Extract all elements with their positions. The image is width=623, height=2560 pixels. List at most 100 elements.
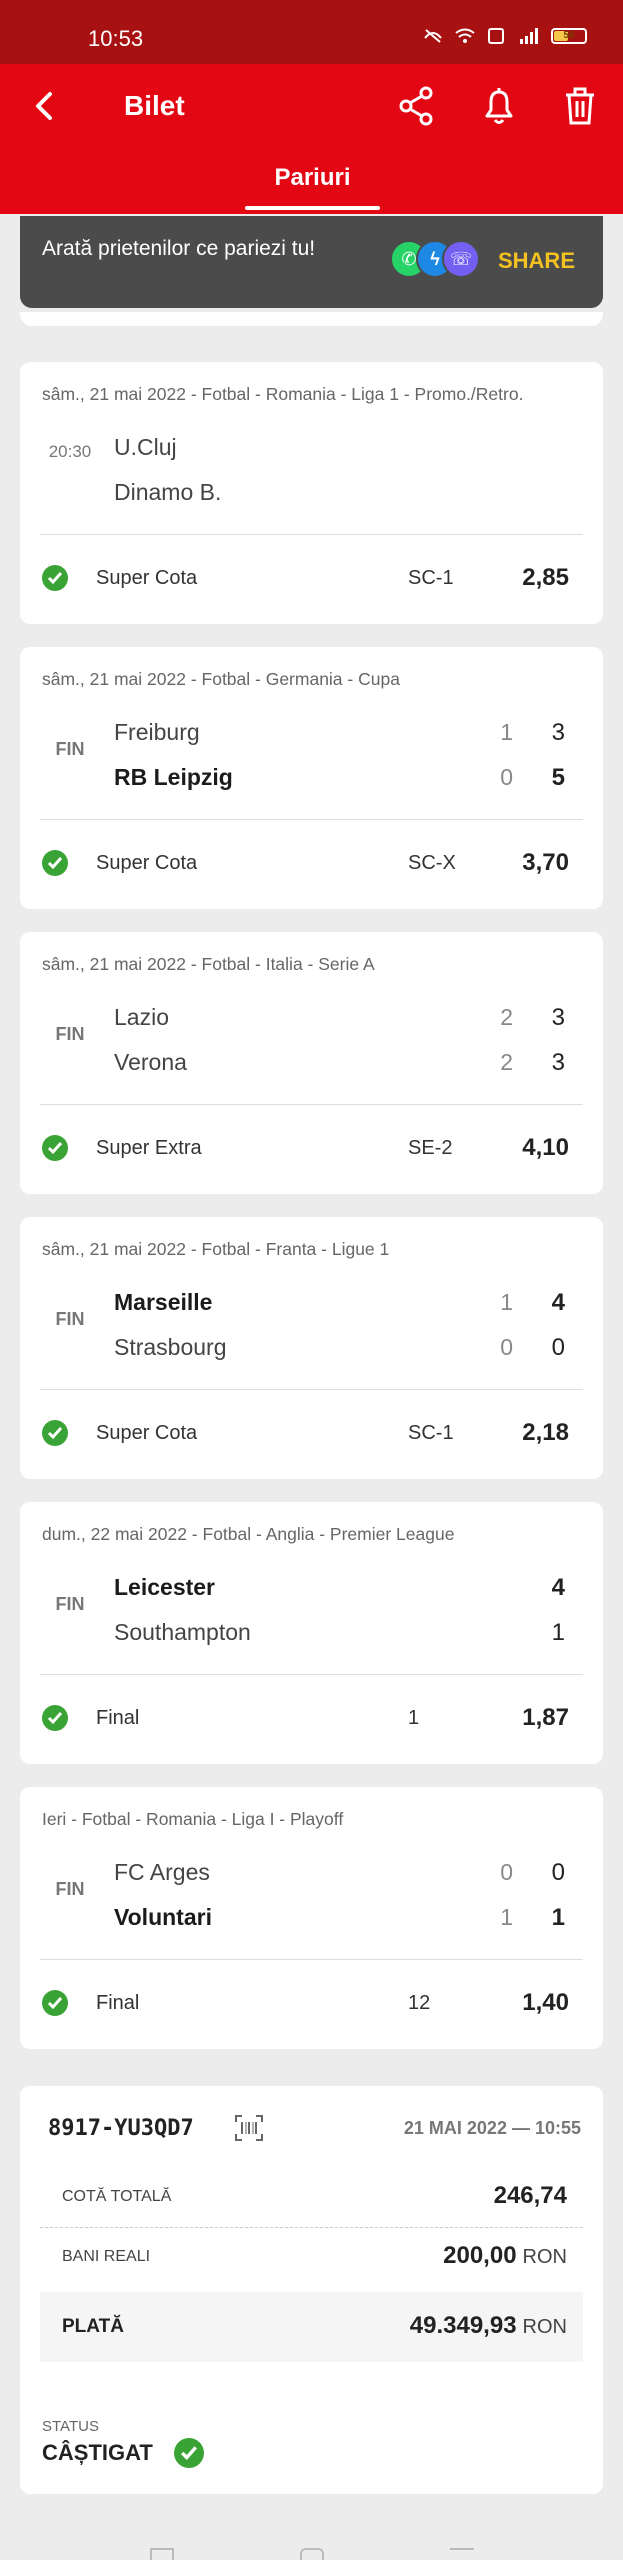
home-halftime-score: 1 xyxy=(500,719,513,745)
event-info: dum., 22 mai 2022 - Fotbal - Anglia - Pr… xyxy=(42,1524,455,1544)
share-button[interactable]: SHARE xyxy=(498,248,575,274)
home-halftime-score: 1 xyxy=(500,1289,513,1315)
market-name: Final xyxy=(96,1992,140,2014)
bet-card[interactable]: sâm., 21 mai 2022 - Fotbal - Germania - … xyxy=(20,647,603,909)
away-final-score: 3 xyxy=(551,1049,565,1076)
home-final-score: 4 xyxy=(551,1574,565,1601)
system-status-bar: 10:53 56 xyxy=(0,0,623,64)
won-check-icon xyxy=(42,1420,68,1446)
signal-icon xyxy=(520,28,538,44)
stake-value: 200,00 xyxy=(443,2242,517,2269)
recents-nav-icon[interactable] xyxy=(150,2548,174,2560)
status-icons: 56 xyxy=(423,28,587,44)
payout-value: 49.349,93 xyxy=(409,2312,517,2339)
event-status: 20:30 xyxy=(48,442,92,461)
home-halftime-score: 0 xyxy=(500,1859,513,1885)
divider xyxy=(40,1389,583,1390)
divider xyxy=(40,1674,583,1675)
trash-icon[interactable] xyxy=(558,84,602,128)
barcode-icon[interactable] xyxy=(234,2114,264,2142)
total-odds-row: COTĂ TOTALĂ 246,74 xyxy=(40,2168,583,2228)
selection: SC-1 xyxy=(408,567,454,589)
battery-icon: 56 xyxy=(551,28,587,44)
bet-card[interactable]: sâm., 21 mai 2022 - Fotbal - Italia - Se… xyxy=(20,932,603,1194)
home-nav-icon[interactable] xyxy=(300,2548,324,2560)
event-status: FIN xyxy=(55,739,85,759)
away-halftime-score: 1 xyxy=(500,1904,513,1930)
won-check-icon xyxy=(42,850,68,876)
away-team: Southampton xyxy=(114,1619,251,1645)
market-name: Super Cota xyxy=(96,567,198,589)
odds-value: 4,10 xyxy=(522,1134,569,1161)
ticket-summary: 8917-YU3QD7 21 MAI 2022 — 10:55 COTĂ TOT… xyxy=(20,2086,603,2494)
won-check-icon xyxy=(174,2438,204,2468)
event-status: FIN xyxy=(55,1024,85,1044)
stake-row: BANI REALI 200,00 RON xyxy=(40,2228,583,2288)
status-value: CÂȘTIGAT xyxy=(42,2440,153,2465)
payout-row: PLATĂ 49.349,93 RON xyxy=(40,2292,583,2362)
stake-currency: RON xyxy=(522,2246,567,2268)
home-team: Lazio xyxy=(114,1004,169,1030)
odds-value: 1,87 xyxy=(522,1704,569,1731)
selection: SE-2 xyxy=(408,1137,453,1159)
mute-icon xyxy=(424,29,442,43)
selection: 1 xyxy=(408,1707,420,1729)
divider xyxy=(40,534,583,535)
event-info: sâm., 21 mai 2022 - Fotbal - Italia - Se… xyxy=(42,954,375,974)
active-tab-indicator xyxy=(245,206,380,210)
share-banner-text: Arată prietenilor ce pariezi tu! xyxy=(42,237,316,260)
selection: SC-X xyxy=(408,852,456,874)
back-arrow-icon[interactable] xyxy=(30,86,58,126)
home-final-score: 3 xyxy=(551,719,565,746)
share-icon[interactable] xyxy=(394,84,438,128)
event-info: sâm., 21 mai 2022 - Fotbal - Romania - L… xyxy=(42,384,524,404)
away-final-score: 1 xyxy=(551,1619,565,1646)
event-info: sâm., 21 mai 2022 - Fotbal - Franta - Li… xyxy=(42,1239,390,1259)
event-status: FIN xyxy=(55,1309,85,1329)
selection: SC-1 xyxy=(408,1422,454,1444)
viber-icon[interactable]: ☏ xyxy=(442,240,480,278)
away-team: Dinamo B. xyxy=(114,479,222,505)
divider xyxy=(40,819,583,820)
payout-currency: RON xyxy=(522,2316,567,2338)
home-team: FC Arges xyxy=(114,1859,210,1885)
home-final-score: 3 xyxy=(551,1004,565,1031)
bet-card[interactable]: sâm., 21 mai 2022 - Fotbal - Romania - L… xyxy=(20,362,603,624)
won-check-icon xyxy=(42,565,68,591)
tab-pariuri[interactable]: Pariuri xyxy=(245,164,380,192)
market-name: Super Extra xyxy=(96,1137,202,1159)
event-info: sâm., 21 mai 2022 - Fotbal - Germania - … xyxy=(42,669,400,689)
card-strip xyxy=(20,312,603,326)
odds-value: 1,40 xyxy=(522,1989,569,2016)
stake-label: BANI REALI xyxy=(62,2248,151,2265)
market-name: Final xyxy=(96,1707,140,1729)
home-team: Freiburg xyxy=(114,719,200,745)
divider xyxy=(40,1104,583,1105)
event-info: Ieri - Fotbal - Romania - Liga I - Playo… xyxy=(42,1809,344,1829)
home-halftime-score: 2 xyxy=(500,1004,513,1030)
market-name: Super Cota xyxy=(96,1422,198,1444)
bet-card[interactable]: sâm., 21 mai 2022 - Fotbal - Franta - Li… xyxy=(20,1217,603,1479)
ticket-code[interactable]: 8917-YU3QD7 xyxy=(48,2116,194,2141)
system-nav-bar xyxy=(0,2534,623,2560)
volte-icon xyxy=(488,28,504,44)
odds-value: 2,85 xyxy=(522,564,569,591)
home-final-score: 0 xyxy=(551,1859,565,1886)
away-team: Strasbourg xyxy=(114,1334,227,1360)
home-team: Marseille xyxy=(114,1289,213,1315)
share-app-icons[interactable]: ✆ ϟ ☏ xyxy=(390,240,490,282)
away-final-score: 0 xyxy=(551,1334,565,1361)
won-check-icon xyxy=(42,1990,68,2016)
event-status: FIN xyxy=(55,1879,85,1899)
won-check-icon xyxy=(42,1705,68,1731)
payout-label: PLATĂ xyxy=(62,2316,124,2337)
away-team: Voluntari xyxy=(114,1904,212,1930)
bell-icon[interactable] xyxy=(477,84,521,128)
event-status: FIN xyxy=(55,1594,85,1614)
away-halftime-score: 0 xyxy=(500,1334,513,1360)
bet-card[interactable]: dum., 22 mai 2022 - Fotbal - Anglia - Pr… xyxy=(20,1502,603,1764)
away-team: RB Leipzig xyxy=(114,764,233,790)
back-nav-icon[interactable] xyxy=(450,2548,474,2560)
bet-card[interactable]: Ieri - Fotbal - Romania - Liga I - Playo… xyxy=(20,1787,603,2049)
away-team: Verona xyxy=(114,1049,187,1075)
